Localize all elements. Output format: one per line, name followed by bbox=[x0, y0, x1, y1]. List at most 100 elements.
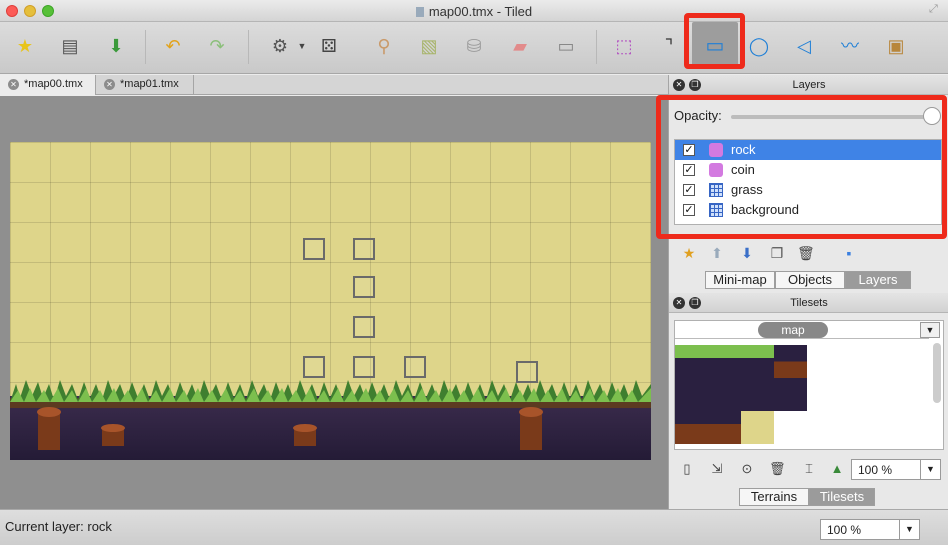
tileset-view[interactable]: map ▼ bbox=[674, 320, 944, 450]
tab-label: Mini-map bbox=[713, 272, 767, 287]
tileset-zoom-select[interactable]: 100 % ▼ bbox=[851, 459, 941, 480]
tileset-tab-map[interactable]: map bbox=[758, 322, 828, 338]
undo-icon[interactable]: ↶ bbox=[161, 34, 185, 58]
tab-layers[interactable]: Layers bbox=[845, 271, 911, 289]
tab-tilesets[interactable]: Tilesets bbox=[809, 488, 875, 506]
toolbar-highlight-box bbox=[684, 13, 745, 69]
document-tabs: ✕ *map00.tmx ✕ *map01.tmx bbox=[0, 75, 668, 95]
fullscreen-icon[interactable]: ⤢ bbox=[929, 4, 940, 15]
tab-minimap[interactable]: Mini-map bbox=[705, 271, 775, 289]
window-title: map00.tmx - Tiled bbox=[0, 4, 948, 19]
tree-stump-icon bbox=[293, 424, 317, 446]
rock-object[interactable] bbox=[303, 238, 325, 260]
float-panel-icon[interactable]: ❐ bbox=[689, 79, 701, 91]
tileset-tile[interactable] bbox=[675, 345, 708, 378]
coin-object[interactable] bbox=[353, 356, 375, 378]
edit-terrain-icon[interactable]: ⌶ bbox=[801, 461, 817, 477]
tileset-tile[interactable] bbox=[675, 378, 708, 411]
tree-stump-icon bbox=[101, 424, 125, 446]
status-bar: Current layer: rock 100 % ▼ bbox=[0, 509, 948, 545]
tileset-tile[interactable] bbox=[708, 411, 741, 444]
delete-layer-icon[interactable]: 🗑 bbox=[797, 245, 815, 261]
rock-object[interactable] bbox=[353, 238, 375, 260]
tileset-scrollbar[interactable] bbox=[933, 343, 941, 403]
raise-layer-icon[interactable]: ⬆ bbox=[709, 245, 725, 261]
main-toolbar: ★ ▤ ⬇ ↶ ↷ ⚙ ▼ ⚄ ⚲ ▧ ⛁ ▰ ▭ ⬚ ⌝ ◯ ◁ 〰 ▣ bbox=[0, 22, 948, 74]
close-tab-icon[interactable]: ✕ bbox=[8, 79, 19, 90]
terrain-brush-icon[interactable]: ▧ bbox=[417, 34, 441, 58]
tab-map00[interactable]: ✕ *map00.tmx bbox=[0, 75, 96, 95]
tileset-tile[interactable] bbox=[741, 345, 774, 378]
map-zoom-select[interactable]: 100 % ▼ bbox=[820, 519, 920, 540]
current-layer-status: Current layer: rock bbox=[5, 519, 112, 534]
toolbar-separator bbox=[145, 30, 146, 64]
stamp-brush-icon[interactable]: ⚲ bbox=[372, 34, 396, 58]
new-tileset-icon[interactable]: ▯ bbox=[679, 461, 695, 477]
tileset-tile[interactable] bbox=[774, 345, 807, 378]
coin-object[interactable] bbox=[353, 316, 375, 338]
open-file-icon[interactable]: ▤ bbox=[58, 34, 82, 58]
insert-polygon-icon[interactable]: ◁ bbox=[792, 34, 816, 58]
chevron-down-icon: ▼ bbox=[899, 520, 919, 539]
tab-label: Tilesets bbox=[819, 489, 865, 504]
tileset-tile[interactable] bbox=[741, 378, 774, 411]
tab-label: Objects bbox=[787, 272, 833, 287]
coin-object[interactable] bbox=[404, 356, 426, 378]
tileset-name: map bbox=[781, 323, 805, 337]
random-mode-dropdown-icon[interactable]: ▼ bbox=[290, 34, 314, 58]
tileset-tile[interactable] bbox=[708, 345, 741, 378]
map-zoom-value: 100 % bbox=[827, 523, 862, 537]
import-tileset-icon[interactable]: ⇲ bbox=[709, 461, 725, 477]
coin-object[interactable] bbox=[353, 276, 375, 298]
rock-object[interactable] bbox=[516, 361, 538, 383]
eraser-icon[interactable]: ▰ bbox=[508, 34, 532, 58]
toggle-other-layers-icon[interactable]: ▪ bbox=[841, 245, 857, 261]
tree-stump-icon bbox=[519, 407, 543, 450]
layers-panel-title: Layers bbox=[792, 79, 826, 91]
close-panel-icon[interactable]: ✕ bbox=[673, 79, 685, 91]
dice-icon[interactable]: ⚄ bbox=[317, 34, 341, 58]
tab-objects[interactable]: Objects bbox=[775, 271, 845, 289]
close-panel-icon[interactable]: ✕ bbox=[673, 297, 685, 309]
tileset-properties-icon[interactable]: ⊙ bbox=[739, 461, 755, 477]
lower-layer-icon[interactable]: ⬇ bbox=[739, 245, 755, 261]
coin-object[interactable] bbox=[303, 356, 325, 378]
tab-map01[interactable]: ✕ *map01.tmx bbox=[96, 75, 194, 95]
tree-stump-icon bbox=[37, 407, 61, 450]
tileset-tile[interactable] bbox=[708, 378, 741, 411]
save-file-icon[interactable]: ⬇ bbox=[104, 34, 128, 58]
map-canvas[interactable] bbox=[0, 96, 668, 509]
insert-tile-icon[interactable]: ▣ bbox=[884, 34, 908, 58]
new-map-icon[interactable]: ★ bbox=[13, 34, 37, 58]
window-title-text: map00.tmx - Tiled bbox=[428, 4, 533, 19]
delete-tileset-icon[interactable]: 🗑 bbox=[769, 461, 786, 477]
tileset-tile[interactable] bbox=[741, 411, 774, 444]
redo-icon[interactable]: ↷ bbox=[205, 34, 229, 58]
layers-panel-header: ✕ ❐ Layers bbox=[669, 75, 948, 95]
tab-label: *map01.tmx bbox=[120, 78, 179, 90]
map-view[interactable] bbox=[10, 142, 651, 460]
toolbar-separator bbox=[596, 30, 597, 64]
tilesets-panel-header: ✕ ❐ Tilesets bbox=[669, 293, 948, 313]
insert-polyline-icon[interactable]: 〰 bbox=[838, 34, 862, 58]
tileset-zoom-value: 100 % bbox=[858, 463, 893, 477]
duplicate-layer-icon[interactable]: ❐ bbox=[769, 245, 785, 261]
add-layer-icon[interactable]: ★ bbox=[681, 245, 697, 261]
insert-ellipse-icon[interactable]: ◯ bbox=[747, 34, 771, 58]
float-panel-icon[interactable]: ❐ bbox=[689, 297, 701, 309]
random-mode-icon[interactable]: ⚙ bbox=[268, 34, 292, 58]
edit-polygons-icon[interactable]: ⌝ bbox=[657, 34, 681, 58]
tileset-tile[interactable] bbox=[675, 411, 708, 444]
tab-label: Terrains bbox=[750, 489, 798, 504]
tab-label: Layers bbox=[858, 272, 898, 287]
close-tab-icon[interactable]: ✕ bbox=[104, 79, 115, 90]
grass-tiles bbox=[10, 380, 651, 402]
title-bar: map00.tmx - Tiled ⤢ bbox=[0, 0, 948, 22]
select-objects-icon[interactable]: ⬚ bbox=[612, 34, 636, 58]
tileset-image-icon[interactable]: ▲ bbox=[829, 461, 845, 477]
rectangle-select-icon[interactable]: ▭ bbox=[554, 34, 578, 58]
tab-terrains[interactable]: Terrains bbox=[739, 488, 809, 506]
bucket-fill-icon[interactable]: ⛁ bbox=[462, 34, 486, 58]
tileset-menu-button[interactable]: ▼ bbox=[920, 322, 940, 338]
tileset-tile[interactable] bbox=[774, 378, 807, 411]
